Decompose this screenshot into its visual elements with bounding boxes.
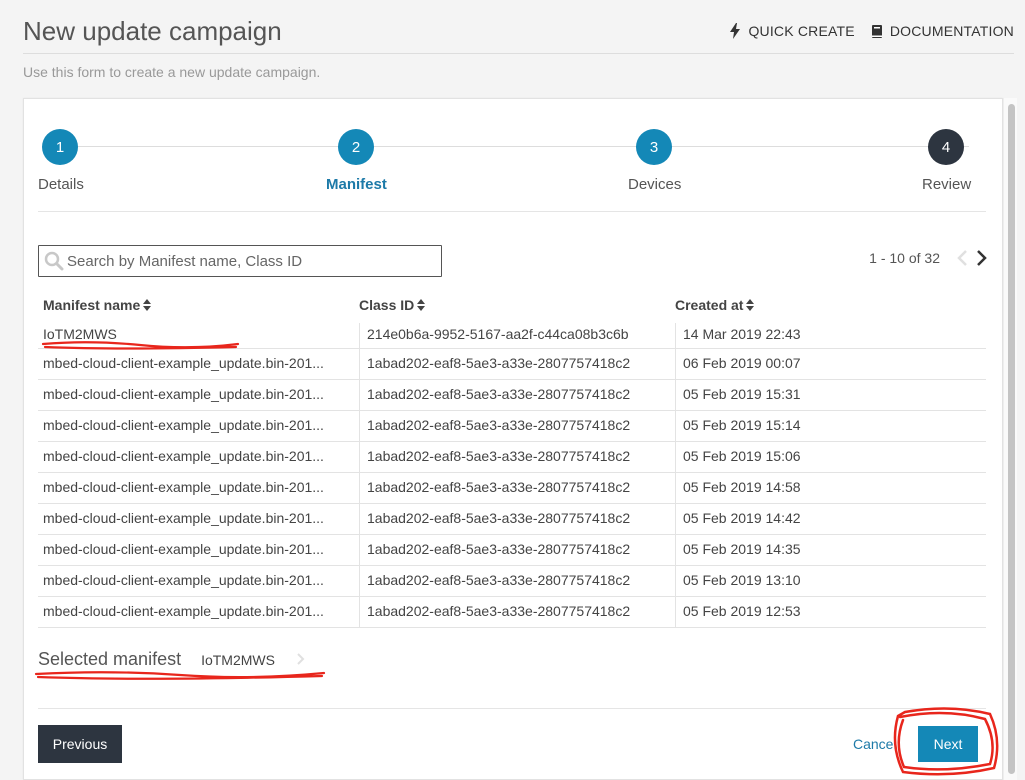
cell-created-at: 05 Feb 2019 14:58 [683, 479, 801, 495]
step-1-circle: 1 [42, 129, 78, 165]
chevron-right-icon[interactable] [976, 249, 988, 267]
step-3-circle: 3 [636, 129, 672, 165]
cell-class-id: 1abad202-eaf8-5ae3-a33e-2807757418c2 [367, 386, 631, 402]
page-subtitle: Use this form to create a new update cam… [23, 64, 321, 80]
step-2-circle: 2 [338, 129, 374, 165]
step-2-label: Manifest [326, 176, 387, 193]
cell-class-id: 1abad202-eaf8-5ae3-a33e-2807757418c2 [367, 572, 631, 588]
cell-manifest-name: mbed-cloud-client-example_update.bin-201… [43, 386, 324, 402]
table-header: Manifest name Class ID Created at [38, 293, 986, 323]
cell-manifest-name: mbed-cloud-client-example_update.bin-201… [43, 572, 324, 588]
cell-manifest-name: mbed-cloud-client-example_update.bin-201… [43, 510, 324, 526]
cell-created-at: 06 Feb 2019 00:07 [683, 355, 801, 371]
step-4-label: Review [922, 176, 972, 193]
cancel-button[interactable]: Cancel [853, 736, 897, 752]
sort-icon [746, 299, 755, 311]
cell-created-at: 05 Feb 2019 12:53 [683, 603, 801, 619]
selected-manifest: Selected manifest IoTM2MWS [38, 649, 305, 670]
stepper-line [61, 146, 969, 147]
update-campaign-page: New update campaign QUICK CREATE DOCUMEN… [0, 0, 1025, 780]
cell-class-id: 1abad202-eaf8-5ae3-a33e-2807757418c2 [367, 448, 631, 464]
quick-create-button[interactable]: QUICK CREATE [729, 23, 855, 39]
manifest-search[interactable] [38, 245, 442, 277]
cell-class-id: 214e0b6a-9952-5167-aa2f-c44ca08b3c6b [367, 326, 629, 342]
cell-created-at: 05 Feb 2019 14:42 [683, 510, 801, 526]
cell-created-at: 05 Feb 2019 15:14 [683, 417, 801, 433]
scrollbar[interactable] [1003, 98, 1017, 780]
sort-icon [417, 299, 426, 311]
cell-manifest-name: mbed-cloud-client-example_update.bin-201… [43, 448, 324, 464]
cell-created-at: 05 Feb 2019 15:06 [683, 448, 801, 464]
cell-class-id: 1abad202-eaf8-5ae3-a33e-2807757418c2 [367, 510, 631, 526]
cell-manifest-name: mbed-cloud-client-example_update.bin-201… [43, 603, 324, 619]
pagination: 1 - 10 of 32 [869, 249, 988, 267]
cell-created-at: 05 Feb 2019 15:31 [683, 386, 801, 402]
page-title: New update campaign [23, 16, 282, 46]
step-1-label: Details [38, 176, 84, 193]
cell-created-at: 14 Mar 2019 22:43 [683, 326, 801, 342]
column-header-created-at[interactable]: Created at [675, 297, 755, 313]
previous-button[interactable]: Previous [38, 725, 122, 763]
table-row[interactable]: mbed-cloud-client-example_update.bin-201… [38, 380, 986, 411]
book-icon [871, 24, 882, 38]
cell-manifest-name: mbed-cloud-client-example_update.bin-201… [43, 541, 324, 557]
cell-class-id: 1abad202-eaf8-5ae3-a33e-2807757418c2 [367, 355, 631, 371]
column-header-label: Created at [675, 297, 744, 313]
column-header-manifest-name[interactable]: Manifest name [43, 297, 152, 313]
documentation-label: DOCUMENTATION [889, 23, 1014, 39]
column-header-label: Class ID [359, 297, 415, 313]
scrollbar-thumb[interactable] [1008, 104, 1015, 774]
header-actions: QUICK CREATE DOCUMENTATION [729, 23, 1014, 39]
documentation-button[interactable]: DOCUMENTATION [871, 23, 1014, 39]
cell-created-at: 05 Feb 2019 13:10 [683, 572, 801, 588]
next-button[interactable]: Next [918, 726, 978, 762]
step-4-circle: 4 [928, 129, 964, 165]
search-icon [44, 251, 64, 271]
column-header-label: Manifest name [43, 297, 141, 313]
table-row[interactable]: mbed-cloud-client-example_update.bin-201… [38, 349, 986, 380]
table-body: IoTM2MWS 214e0b6a-9952-5167-aa2f-c44ca08b… [38, 323, 986, 628]
cell-manifest-name: mbed-cloud-client-example_update.bin-201… [43, 479, 324, 495]
cell-manifest-name: mbed-cloud-client-example_update.bin-201… [43, 355, 324, 371]
cell-class-id: 1abad202-eaf8-5ae3-a33e-2807757418c2 [367, 479, 631, 495]
page-header: New update campaign QUICK CREATE DOCUMEN… [23, 10, 1014, 54]
table-row[interactable]: mbed-cloud-client-example_update.bin-201… [38, 504, 986, 535]
table-row[interactable]: IoTM2MWS 214e0b6a-9952-5167-aa2f-c44ca08b… [38, 323, 986, 349]
pagination-text: 1 - 10 of 32 [869, 250, 940, 266]
cell-class-id: 1abad202-eaf8-5ae3-a33e-2807757418c2 [367, 417, 631, 433]
cell-class-id: 1abad202-eaf8-5ae3-a33e-2807757418c2 [367, 603, 631, 619]
chevron-left-icon[interactable] [956, 249, 968, 267]
step-3-label: Devices [628, 176, 682, 193]
cell-class-id: 1abad202-eaf8-5ae3-a33e-2807757418c2 [367, 541, 631, 557]
stepper-divider [38, 211, 986, 212]
wizard-card: 1 Details 2 Manifest 3 Devices 4 Review … [23, 98, 1003, 780]
table-row[interactable]: mbed-cloud-client-example_update.bin-201… [38, 566, 986, 597]
cell-created-at: 05 Feb 2019 14:35 [683, 541, 801, 557]
footer-divider [38, 708, 986, 709]
chevron-right-icon [297, 653, 305, 665]
selected-manifest-label: Selected manifest [38, 649, 182, 669]
table-row[interactable]: mbed-cloud-client-example_update.bin-201… [38, 535, 986, 566]
lightning-icon [730, 23, 741, 39]
cell-manifest-name: mbed-cloud-client-example_update.bin-201… [43, 417, 324, 433]
table-row[interactable]: mbed-cloud-client-example_update.bin-201… [38, 473, 986, 504]
column-header-class-id[interactable]: Class ID [359, 297, 426, 313]
quick-create-label: QUICK CREATE [748, 23, 855, 39]
cell-manifest-name: IoTM2MWS [43, 326, 117, 342]
manifest-table: Manifest name Class ID Created at IoTM2M… [38, 293, 986, 628]
selected-manifest-value: IoTM2MWS [201, 652, 275, 668]
table-row[interactable]: mbed-cloud-client-example_update.bin-201… [38, 597, 986, 628]
table-row[interactable]: mbed-cloud-client-example_update.bin-201… [38, 411, 986, 442]
search-input[interactable] [67, 246, 437, 276]
table-row[interactable]: mbed-cloud-client-example_update.bin-201… [38, 442, 986, 473]
sort-icon [143, 299, 152, 311]
